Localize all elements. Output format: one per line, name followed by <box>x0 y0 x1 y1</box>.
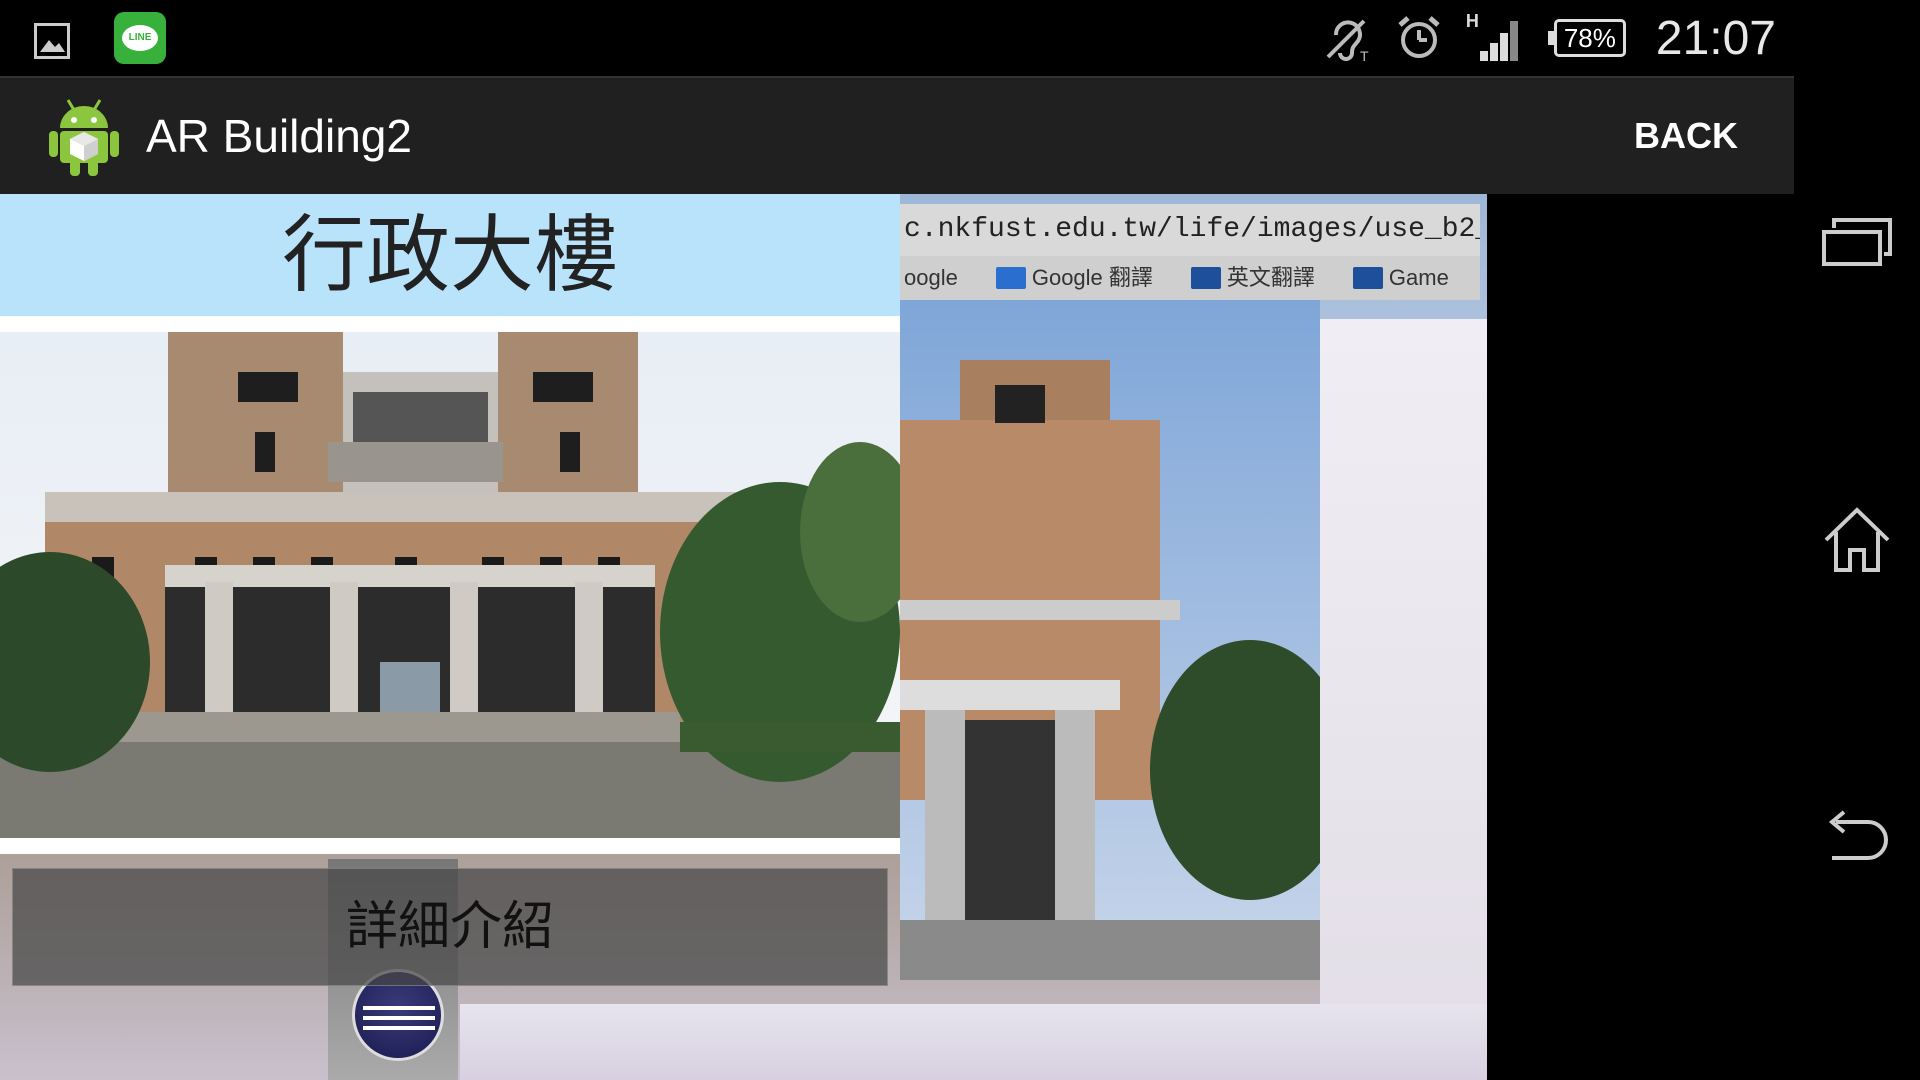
svg-text:T: T <box>1360 48 1369 63</box>
camera-building-photo <box>900 300 1320 980</box>
navigation-bar <box>1794 0 1920 1080</box>
camera-white-floor <box>460 1004 1487 1080</box>
back-button[interactable]: BACK <box>1614 78 1758 194</box>
camera-url-text: c.nkfust.edu.tw/life/images/use_b2_1.jpg <box>900 204 1480 256</box>
android-cube-icon <box>49 99 119 176</box>
gallery-icon <box>34 23 70 59</box>
battery-icon: 78% <box>1547 19 1628 57</box>
bookmark-item: Google 翻譯 <box>995 256 1153 300</box>
bookmark-item: Game <box>1352 256 1449 300</box>
camera-bookmarks: oogle Google 翻譯 英文翻譯 Game <box>900 256 1480 300</box>
bookmark-item: oogle <box>904 265 958 290</box>
signal-icon: H <box>1466 11 1526 63</box>
detail-button[interactable]: 詳細介紹 <box>12 868 888 986</box>
status-time: 21:07 <box>1655 11 1776 65</box>
building-title-bar: 行政大樓 <box>0 194 900 316</box>
battery-percent: 78% <box>1553 19 1626 57</box>
back-icon[interactable] <box>1818 802 1896 880</box>
home-icon[interactable] <box>1818 502 1896 580</box>
photo-top-border <box>0 316 900 332</box>
line-icon: LINE <box>114 12 166 64</box>
app-title: AR Building2 <box>146 110 412 162</box>
line-icon-label: LINE <box>122 25 158 51</box>
camera-white-panel <box>1320 319 1487 1080</box>
alarm-clock-icon <box>1398 16 1440 58</box>
bookmark-item: 英文翻譯 <box>1190 256 1315 300</box>
action-bar: AR Building2 BACK <box>0 76 1794 194</box>
building-name: 行政大樓 <box>281 206 618 304</box>
recent-apps-icon[interactable] <box>1818 202 1896 280</box>
hearing-aid-icon: T <box>1326 19 1369 63</box>
photo-bottom-border <box>0 838 900 854</box>
building-photo <box>0 332 900 838</box>
status-bar: LINE T H 78% 21:07 <box>0 0 1794 76</box>
